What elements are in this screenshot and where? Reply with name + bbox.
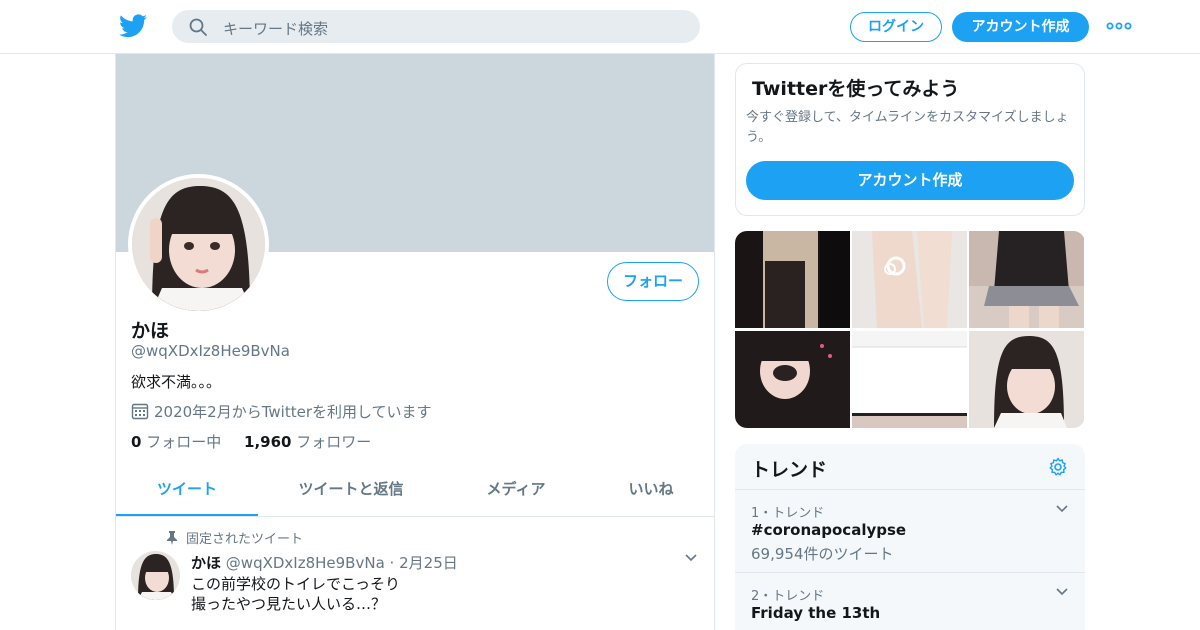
- followers-link[interactable]: 1,960 フォロワー: [244, 433, 371, 451]
- profile-tabs: ツイート ツイートと返信 メディア いいね: [116, 464, 714, 517]
- tab-tweets[interactable]: ツイート: [116, 464, 258, 516]
- joined-date: 2020年2月からTwitterを利用しています: [131, 401, 432, 422]
- following-link[interactable]: 0 フォロー中: [131, 433, 221, 451]
- search-input[interactable]: キーワード検索: [223, 18, 328, 39]
- profile-name: かほ: [131, 320, 170, 342]
- profile-column: フォロー かほ @wqXDxIz8He9BvNa 欲求不満。。。 2020年2月…: [115, 54, 715, 630]
- thumbnail-image: [852, 231, 967, 328]
- trends-title: トレンド: [751, 459, 828, 481]
- thumbnail-image: [969, 331, 1084, 428]
- profile-stats: 0 フォロー中 1,960 フォロワー: [131, 431, 371, 452]
- gear-icon[interactable]: [1048, 457, 1068, 477]
- chevron-down-icon[interactable]: [1055, 587, 1069, 597]
- tweet-text: この前学校のトイレでこっそり 撮ったやつ見たい人いる…？: [191, 574, 671, 614]
- media-thumbnail[interactable]: [735, 331, 850, 428]
- search-bar[interactable]: キーワード検索: [172, 10, 700, 43]
- tweet-separator: ·: [389, 554, 395, 572]
- media-thumbnail[interactable]: [969, 231, 1084, 328]
- following-count: 0: [131, 433, 142, 451]
- following-label: フォロー中: [146, 433, 222, 451]
- signup-card: Twitterを使ってみよう 今すぐ登録して、タイムラインをカスタマイズしましょ…: [735, 63, 1085, 216]
- trend-meta: 2・トレンド: [751, 589, 825, 604]
- trend-item[interactable]: 1・トレンド #coronapocalypse 69,954件のツイート: [735, 489, 1085, 572]
- search-icon: [189, 18, 207, 36]
- trend-name[interactable]: Friday the 13th: [751, 604, 880, 622]
- chevron-down-icon[interactable]: [684, 552, 698, 564]
- signup-card-title: Twitterを使ってみよう: [752, 78, 960, 100]
- signup-card-button[interactable]: アカウント作成: [746, 161, 1074, 200]
- signup-button[interactable]: アカウント作成: [952, 12, 1089, 42]
- more-dots-icon[interactable]: [1106, 18, 1132, 34]
- followers-label: フォロワー: [296, 433, 372, 451]
- avatar-photo: [132, 178, 265, 311]
- media-thumbnail[interactable]: [852, 331, 967, 428]
- tweet-avatar-photo: [131, 551, 180, 600]
- pin-icon: [167, 531, 177, 545]
- media-thumbnail[interactable]: [735, 231, 850, 328]
- pinned-label: 固定されたツイート: [166, 528, 303, 547]
- trend-count: 69,954件のツイート: [751, 545, 894, 563]
- tab-tweets-and-replies[interactable]: ツイートと返信: [266, 464, 436, 516]
- tweet-line-2: 撮ったやつ見たい人いる…？: [191, 595, 387, 613]
- tweet-line-1: この前学校のトイレでこっそり: [191, 575, 400, 593]
- tweet-date[interactable]: 2月25日: [399, 554, 458, 572]
- trend-meta: 1・トレンド: [751, 506, 825, 521]
- followers-count: 1,960: [244, 433, 292, 451]
- follow-button[interactable]: フォロー: [607, 262, 699, 301]
- top-navigation-bar: キーワード検索 ログイン アカウント作成: [0, 0, 1200, 54]
- tab-media[interactable]: メディア: [446, 464, 586, 516]
- tweet-author-handle[interactable]: @wqXDxIz8He9BvNa: [226, 554, 385, 572]
- signup-card-subtitle: 今すぐ登録して、タイムラインをカスタマイズしましょう。: [746, 110, 1069, 145]
- twitter-bird-icon[interactable]: [119, 14, 147, 38]
- media-thumbnail[interactable]: [969, 331, 1084, 428]
- profile-handle: @wqXDxIz8He9BvNa: [131, 342, 290, 360]
- media-gallery: [735, 231, 1085, 428]
- trends-panel: トレンド 1・トレンド #coronapocalypse 69,954件のツイー…: [735, 444, 1085, 630]
- tweet-author-name[interactable]: かほ: [191, 554, 221, 572]
- joined-text: 2020年2月からTwitterを利用しています: [154, 403, 432, 421]
- thumbnail-image: [735, 231, 850, 328]
- profile-avatar[interactable]: [128, 174, 269, 315]
- chevron-down-icon[interactable]: [1055, 504, 1069, 514]
- thumbnail-image: [735, 331, 850, 428]
- profile-bio: 欲求不満。。。: [131, 373, 222, 391]
- tweet-author-avatar[interactable]: [131, 551, 180, 600]
- pinned-text: 固定されたツイート: [186, 532, 304, 547]
- media-thumbnail[interactable]: [852, 231, 967, 328]
- thumbnail-image: [852, 331, 967, 428]
- trend-name[interactable]: #coronapocalypse: [751, 521, 906, 539]
- tweet-header: かほ @wqXDxIz8He9BvNa · 2月25日: [191, 552, 458, 573]
- login-button[interactable]: ログイン: [850, 12, 942, 42]
- trend-item[interactable]: 2・トレンド Friday the 13th: [735, 572, 1085, 630]
- tab-likes[interactable]: いいね: [586, 464, 716, 516]
- thumbnail-image: [969, 231, 1084, 328]
- calendar-icon: [131, 403, 149, 420]
